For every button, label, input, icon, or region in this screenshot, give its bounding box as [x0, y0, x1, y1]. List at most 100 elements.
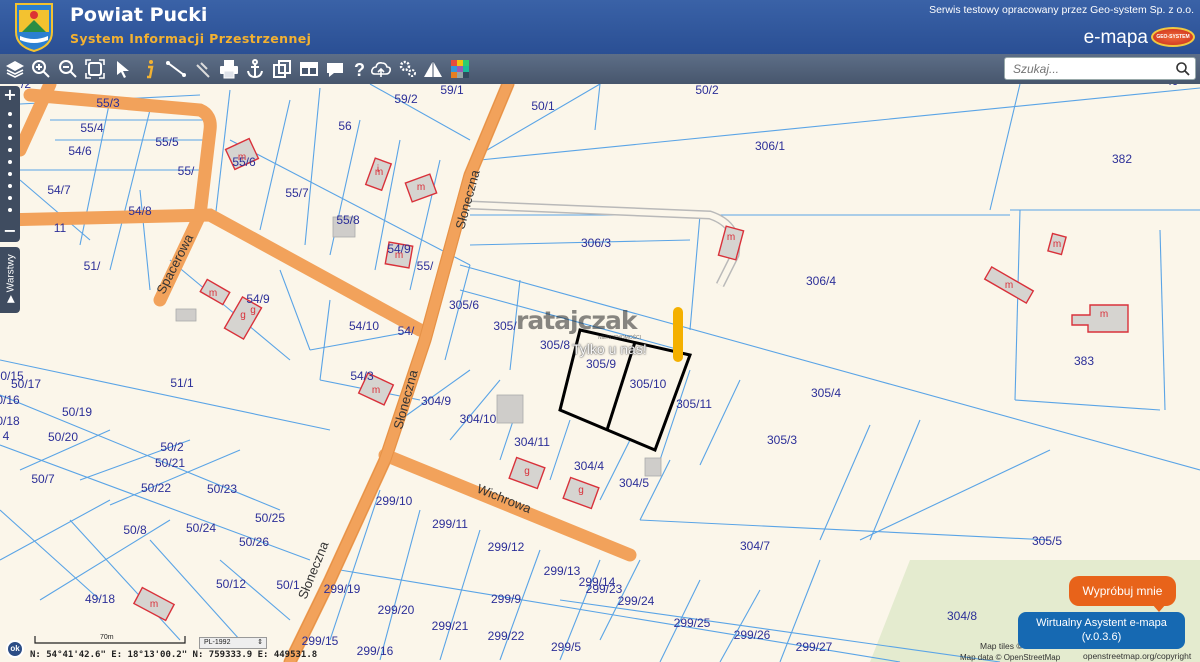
parcel-label: 59/1 — [440, 84, 464, 97]
print-icon[interactable] — [217, 57, 241, 81]
parcel-label: 4 — [3, 429, 10, 443]
building-mark: g — [250, 305, 256, 316]
brand-label: e-mapa — [1083, 27, 1148, 48]
parcel-label: 54/9 — [246, 292, 270, 306]
zoom-out-icon[interactable] — [56, 57, 80, 81]
parcel-label: 306/1 — [755, 139, 785, 153]
building-mark: m — [150, 599, 158, 610]
zoom-level-dot[interactable] — [8, 112, 12, 116]
service-note: Serwis testowy opracowany przez Geo-syst… — [929, 4, 1194, 16]
virtual-assistant-button[interactable]: Wirtualny Asystent e-mapa (v.0.3.6) — [1018, 612, 1185, 649]
measure-icon[interactable] — [164, 57, 188, 81]
copy-icon[interactable] — [270, 57, 294, 81]
parcel-label: 304/4 — [574, 459, 604, 473]
parcel-label: 304/9 — [421, 394, 451, 408]
parcel-label: 304/8 — [947, 609, 977, 623]
zoom-level-dot[interactable] — [8, 136, 12, 140]
parcel-label: 299/24 — [618, 594, 655, 608]
zoom-level-dot[interactable] — [8, 184, 12, 188]
parcel-label: 305/4 — [811, 386, 841, 400]
zoom-level-dot[interactable] — [8, 172, 12, 176]
help-icon[interactable]: ? — [347, 57, 371, 81]
terrain-icon[interactable] — [421, 57, 445, 81]
building-mark: m — [417, 182, 425, 193]
ok-button[interactable]: ok — [6, 640, 24, 658]
parcel-label: 299/9 — [491, 592, 521, 606]
search-icon[interactable] — [1175, 61, 1191, 77]
parcel-label: 55/3 — [96, 96, 120, 110]
zoom-in-icon[interactable] — [29, 57, 53, 81]
zoom-level-dot[interactable] — [8, 148, 12, 152]
link-icon[interactable] — [191, 57, 215, 81]
watermark-tagline: Tylko u nas! — [572, 341, 647, 357]
parcel-label: 55/ — [178, 164, 195, 178]
parcel-label: 299/16 — [357, 644, 394, 658]
layout-icon[interactable] — [297, 57, 321, 81]
parcel-label: 299/21 — [432, 619, 469, 633]
layers-panel-toggle[interactable]: ▶ Warstwy — [0, 247, 20, 313]
building-mark: m — [1005, 280, 1013, 291]
legend-grid-icon[interactable] — [448, 57, 472, 81]
search-box[interactable] — [1004, 57, 1196, 80]
parcel-label: 50/8 — [123, 523, 147, 537]
cloud-upload-icon[interactable] — [369, 57, 393, 81]
parcel-label: 50/19 — [62, 405, 92, 419]
parcel-label: 50/24 — [186, 521, 216, 535]
zoom-slider[interactable]: + − — [0, 85, 20, 242]
parcel-label: 306/3 — [581, 236, 611, 250]
watermark-brand: ratajczak — [516, 306, 637, 335]
parcel-label: 304/10 — [460, 412, 497, 426]
parcel-label: 299/15 — [302, 634, 339, 648]
zoom-level-dot[interactable] — [8, 208, 12, 212]
assistant-name: Wirtualny Asystent e-mapa — [1036, 617, 1167, 629]
svg-text:?: ? — [354, 60, 365, 80]
zoom-level-dot[interactable] — [8, 124, 12, 128]
zoom-extent-icon[interactable] — [83, 57, 107, 81]
parcel-label: 305/10 — [630, 377, 667, 391]
layers-icon[interactable] — [3, 57, 27, 81]
toolbar: ? — [0, 54, 1200, 84]
crs-select[interactable]: PL-1992 ⇕ — [199, 637, 267, 649]
parcel-label: 50/20 — [48, 430, 78, 444]
parcel-label: 382 — [1112, 152, 1132, 166]
select-arrow-icon[interactable] — [111, 57, 135, 81]
parcel-label: 55/5 — [155, 135, 179, 149]
parcel-label: 50/2 — [160, 440, 184, 454]
parcel-label: 49/18 — [85, 592, 115, 606]
parcel-label: 50/12 — [216, 577, 246, 591]
building-mark: m — [209, 288, 217, 299]
parcel-label: 11 — [54, 221, 67, 235]
zoom-level-dot[interactable] — [8, 160, 12, 164]
comment-icon[interactable] — [323, 57, 347, 81]
building-mark: m — [1053, 239, 1061, 250]
parcel-label: 54/ — [398, 324, 415, 338]
zoom-out-button[interactable]: − — [0, 221, 20, 240]
building-mark: m — [727, 232, 735, 243]
parcel-label: 299/20 — [378, 603, 415, 617]
parcel-label: 305/11 — [676, 397, 712, 411]
parcel-label: 54/6 — [68, 144, 92, 158]
scale-label: 70m — [100, 634, 114, 641]
parcel-label: 50/7 — [31, 472, 55, 486]
map-canvas[interactable]: 55/3 55/4 54/6 55/5 55/54/7 54/8 59/2 59/1 50/1 5… — [0, 84, 1200, 662]
search-input[interactable] — [1005, 58, 1165, 80]
info-icon[interactable] — [138, 57, 162, 81]
parcel-label: 299/25 — [674, 616, 711, 630]
geosystem-logo: GEO-SYSTEM — [1151, 27, 1195, 47]
try-me-button[interactable]: Wypróbuj mnie — [1069, 576, 1176, 606]
zoom-in-button[interactable]: + — [0, 85, 20, 104]
parcel-label: 299/5 — [551, 640, 581, 654]
building-mark: m — [238, 152, 246, 163]
parcel-label: 50/21 — [155, 456, 185, 470]
building-mark: g — [240, 310, 246, 321]
app-window: 55/3 55/4 54/6 55/5 55/54/7 54/8 59/2 59/1 50/1 5… — [0, 0, 1200, 662]
watermark-bar — [673, 307, 683, 362]
parcel-label: 304/7 — [740, 539, 770, 553]
anchor-icon[interactable] — [243, 57, 267, 81]
attribution-link[interactable]: openstreetmap.org/copyright — [1083, 651, 1191, 661]
settings-icon[interactable] — [396, 57, 420, 81]
zoom-level-dot[interactable] — [8, 196, 12, 200]
parcel-label: 55/4 — [80, 121, 104, 135]
attribution-data: Map data © OpenStreetMap — [960, 653, 1061, 662]
parcel-label: 305/5 — [1032, 534, 1062, 548]
